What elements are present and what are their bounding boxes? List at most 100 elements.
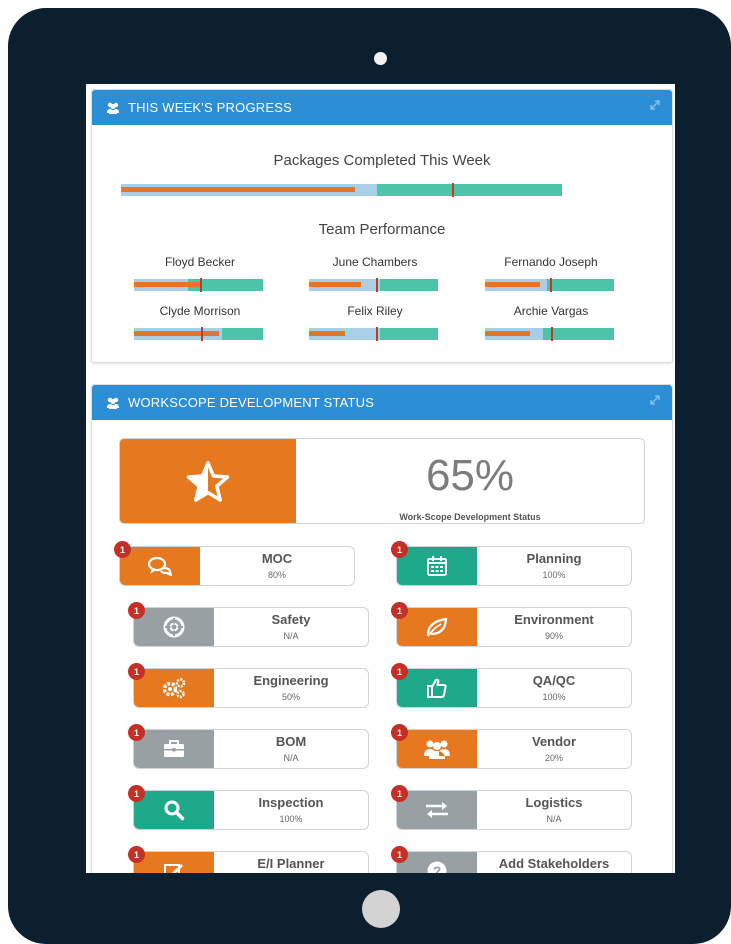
- member-bullet-bar: [485, 278, 614, 292]
- notification-badge: 1: [114, 541, 131, 558]
- tile-add-stakeholders[interactable]: ? 1 Add Stakeholders: [391, 846, 632, 873]
- tile-icon-box: [134, 669, 214, 707]
- tile-label: Inspection: [258, 795, 324, 810]
- tile-icon-box: [134, 608, 214, 646]
- expand-icon[interactable]: [648, 98, 662, 112]
- notification-badge: 1: [128, 846, 145, 863]
- tile-moc[interactable]: 1 MOC 80%: [114, 541, 355, 586]
- member-card: June Chambers: [295, 255, 455, 292]
- gears-icon: [162, 678, 186, 699]
- thumbs-up-icon: [427, 678, 447, 698]
- member-name: Felix Riley: [347, 304, 403, 318]
- notification-badge: 1: [391, 541, 408, 558]
- lifebuoy-icon: [163, 616, 185, 638]
- tile-icon-box: [397, 547, 477, 585]
- member-name: Floyd Becker: [164, 255, 236, 269]
- tile-icon-box: [134, 852, 214, 873]
- tile-label: Vendor: [531, 734, 577, 749]
- member-card: Felix Riley: [295, 304, 455, 341]
- packages-bullet-bar: [121, 183, 562, 197]
- packages-bar-target: [451, 183, 454, 197]
- member-name: Fernando Joseph: [504, 255, 598, 269]
- edit-icon: [164, 864, 183, 873]
- notification-badge: 1: [128, 663, 145, 680]
- progress-panel: THIS WEEK'S PROGRESS Packages Completed …: [91, 89, 673, 363]
- tile-icon-box: [397, 730, 477, 768]
- member-card: Clyde Morrison: [120, 304, 280, 341]
- tile-inspection[interactable]: 1 Inspection 100%: [128, 785, 369, 830]
- tile-value: N/A: [546, 814, 562, 824]
- tile-vendor[interactable]: 1 Vendor 20%: [391, 724, 632, 769]
- tile-qaqc[interactable]: 1 QA/QC 100%: [391, 663, 632, 708]
- member-card: Archie Vargas: [471, 304, 631, 341]
- workscope-panel-title: WORKSCOPE DEVELOPMENT STATUS: [128, 395, 375, 410]
- notification-badge: 1: [128, 724, 145, 741]
- member-bullet-bar: [309, 327, 438, 341]
- tile-value: 100%: [542, 692, 566, 702]
- tile-bom[interactable]: 1 BOM N/A: [128, 724, 369, 769]
- notification-badge: 1: [391, 602, 408, 619]
- tile-value: 80%: [267, 570, 286, 580]
- overall-status-icon-box: [120, 439, 296, 523]
- tile-icon-box: ?: [397, 852, 477, 873]
- member-bullet-bar: [485, 327, 614, 341]
- tile-icon-box: [397, 791, 477, 829]
- question-icon: ?: [427, 861, 447, 873]
- tile-icon-box: [134, 791, 214, 829]
- tile-label: E/I Planner: [257, 856, 325, 871]
- tile-label: MOC: [261, 551, 293, 566]
- packages-title: Packages Completed This Week: [273, 152, 491, 169]
- overall-caption: Work-Scope Development Status: [399, 512, 541, 522]
- expand-icon[interactable]: [648, 393, 662, 407]
- member-name: June Chambers: [332, 255, 418, 269]
- comments-icon: [148, 556, 172, 576]
- notification-badge: 1: [391, 663, 408, 680]
- tile-label: Logistics: [525, 795, 583, 810]
- notification-badge: 1: [128, 602, 145, 619]
- member-name: Archie Vargas: [513, 304, 589, 318]
- calendar-icon: [427, 556, 447, 576]
- tile-environment[interactable]: 1 Environment 90%: [391, 602, 632, 647]
- tile-value: N/A: [283, 631, 299, 641]
- exchange-icon: [426, 802, 448, 818]
- notification-badge: 1: [391, 846, 408, 863]
- tile-icon-box: [397, 669, 477, 707]
- overall-status-card[interactable]: 65% Work-Scope Development Status: [119, 438, 645, 524]
- tile-icon-box: [134, 730, 214, 768]
- member-card: Fernando Joseph: [471, 255, 631, 292]
- tile-logistics[interactable]: 1 Logistics N/A: [391, 785, 632, 830]
- users-icon: [107, 102, 119, 114]
- tile-label: Planning: [526, 551, 582, 566]
- notification-badge: 1: [391, 785, 408, 802]
- tile-label: Environment: [514, 612, 594, 627]
- leaf-icon: [426, 617, 448, 637]
- home-button[interactable]: [362, 890, 400, 928]
- packages-bar-actual: [121, 187, 355, 192]
- svg-text:?: ?: [433, 863, 442, 873]
- tile-planning[interactable]: 1 Planning 100%: [391, 541, 632, 586]
- member-bullet-bar: [134, 327, 263, 341]
- tile-value: 90%: [544, 631, 563, 641]
- tile-value: 20%: [544, 753, 563, 763]
- tile-label: Add Stakeholders: [498, 856, 610, 871]
- tablet-camera: [374, 52, 387, 65]
- overall-percent: 65%: [425, 451, 515, 500]
- tile-value: N/A: [283, 753, 299, 763]
- member-name: Clyde Morrison: [159, 304, 241, 318]
- tablet-frame: THIS WEEK'S PROGRESS Packages Completed …: [8, 8, 731, 944]
- member-bullet-bar: [134, 278, 263, 292]
- tile-safety[interactable]: 1 Safety N/A: [128, 602, 369, 647]
- users-icon: [107, 397, 119, 409]
- tile-ei-planner[interactable]: 1 E/I Planner: [128, 846, 369, 873]
- tile-label: BOM: [275, 734, 307, 749]
- briefcase-icon: [164, 740, 184, 757]
- tile-icon-box: [120, 547, 200, 585]
- team-title: Team Performance: [318, 221, 446, 238]
- progress-panel-title: THIS WEEK'S PROGRESS: [128, 100, 292, 115]
- tablet-screen: THIS WEEK'S PROGRESS Packages Completed …: [86, 84, 675, 873]
- search-icon: [164, 800, 185, 821]
- tile-value: 100%: [279, 814, 303, 824]
- tile-icon-box: [397, 608, 477, 646]
- tile-engineering[interactable]: 1 Engineering 50%: [128, 663, 369, 708]
- tile-label: Engineering: [253, 673, 329, 688]
